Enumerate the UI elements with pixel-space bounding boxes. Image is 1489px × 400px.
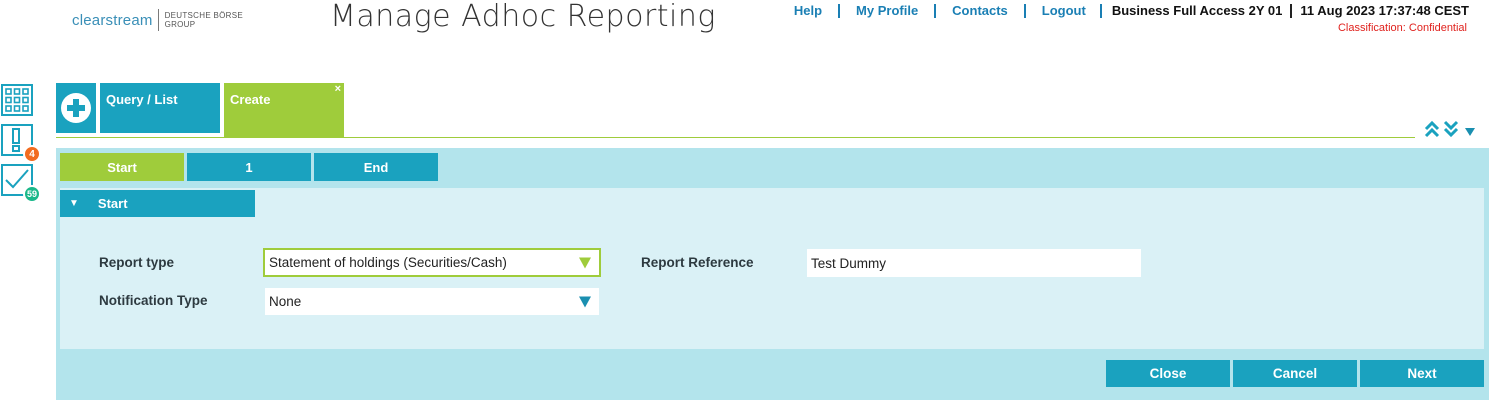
user-access-label: Business Full Access 2Y 01: [1111, 3, 1283, 18]
tab-create[interactable]: Create ×: [224, 83, 344, 138]
nav-separator: [934, 3, 937, 18]
nav-separator: [838, 3, 841, 18]
datetime-label: 11 Aug 2023 17:37:48 CEST: [1300, 3, 1469, 18]
help-link[interactable]: Help: [794, 3, 822, 18]
start-section-header[interactable]: ▼ Start: [60, 190, 255, 217]
section-title: Start: [97, 196, 128, 211]
step-1[interactable]: 1: [187, 153, 311, 181]
section-collapse-icon: ▼: [69, 198, 79, 209]
step-end[interactable]: End: [314, 153, 438, 181]
page-title: Manage Adhoc Reporting: [330, 0, 716, 34]
collapse-controls: [1424, 120, 1476, 138]
expand-down-icon[interactable]: [1443, 120, 1459, 138]
brand-group: DEUTSCHE BÖRSE GROUP: [165, 11, 243, 29]
brand-name: clearstream: [72, 11, 153, 29]
plus-circle-icon: [61, 93, 91, 123]
contacts-link[interactable]: Contacts: [952, 3, 1008, 18]
brand-group-line1: DEUTSCHE BÖRSE: [164, 11, 243, 20]
next-button[interactable]: Next: [1360, 360, 1484, 387]
add-tab-button[interactable]: [56, 83, 96, 133]
close-tab-icon[interactable]: ×: [335, 83, 341, 95]
classification-label: Classification: Confidential: [1337, 22, 1467, 34]
cancel-button[interactable]: Cancel: [1233, 360, 1357, 387]
top-navigation: Help My Profile Contacts Logout Business…: [794, 3, 1469, 18]
brand-group-line2: GROUP: [164, 20, 196, 29]
tab-underline: [56, 137, 1415, 138]
tab-create-label: Create: [230, 92, 271, 107]
notification-type-value: None: [269, 294, 302, 309]
nav-separator: [1290, 3, 1293, 18]
dropdown-triangle-icon[interactable]: [1464, 126, 1476, 138]
logout-link[interactable]: Logout: [1042, 3, 1086, 18]
close-button[interactable]: Close: [1106, 360, 1230, 387]
grid-icon[interactable]: [1, 84, 33, 116]
report-reference-label: Report Reference: [641, 255, 754, 270]
nav-separator: [1023, 3, 1026, 18]
nav-separator: [1099, 3, 1102, 18]
report-type-select[interactable]: Statement of holdings (Securities/Cash): [263, 248, 601, 277]
logo-separator: [157, 9, 159, 31]
report-type-value: Statement of holdings (Securities/Cash): [269, 255, 507, 270]
tab-query-list-label: Query / List: [106, 92, 178, 107]
notification-type-label: Notification Type: [99, 293, 208, 308]
tasks-count-badge: 59: [23, 185, 41, 203]
alerts-count-badge: 4: [23, 145, 41, 163]
collapse-up-icon[interactable]: [1424, 120, 1440, 138]
brand-logo: clearstream DEUTSCHE BÖRSE GROUP: [72, 9, 243, 31]
tab-query-list[interactable]: Query / List: [100, 83, 220, 133]
step-start[interactable]: Start: [60, 153, 184, 181]
report-reference-value: Test Dummy: [811, 255, 887, 271]
report-reference-input[interactable]: Test Dummy: [807, 249, 1141, 277]
report-type-label: Report type: [99, 255, 175, 270]
dropdown-arrow-icon: [579, 296, 591, 307]
my-profile-link[interactable]: My Profile: [856, 3, 918, 18]
dropdown-arrow-icon: [579, 257, 591, 268]
notification-type-select[interactable]: None: [265, 288, 599, 315]
